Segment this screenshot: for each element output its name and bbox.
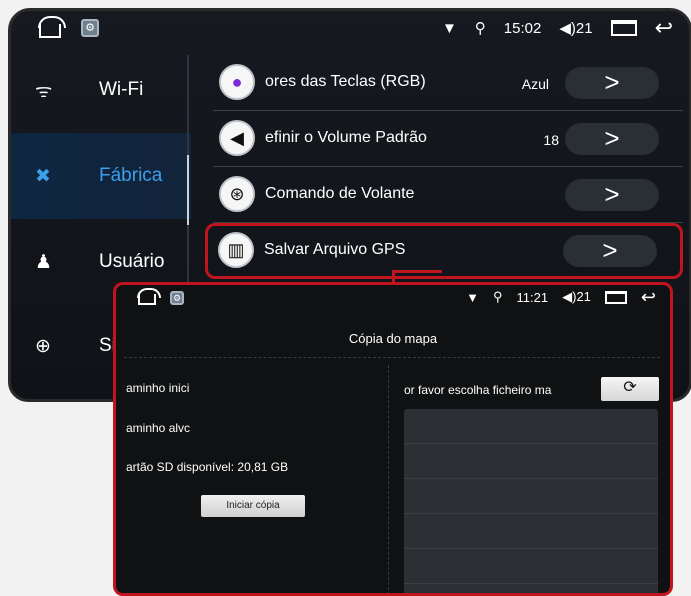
source-path-label: aminho inici: [126, 381, 190, 395]
refresh-button[interactable]: ⟳: [601, 377, 659, 401]
target-path-label: aminho alvc: [126, 421, 191, 435]
wifi-status-icon: ▼: [466, 289, 479, 305]
setting-row-key-colors[interactable]: ● ores das Teclas (RGB) Azul >: [213, 55, 683, 111]
chevron-right-button[interactable]: >: [563, 235, 657, 267]
setting-label: Comando de Volante: [265, 185, 415, 202]
wifi-icon: ᯤ: [35, 81, 53, 102]
status-bar: ⚙ ▼ ⚲ 11:21 ◀)21 ↩: [116, 285, 670, 313]
recent-apps-icon[interactable]: [610, 20, 637, 36]
sidebar-item-label: Fábrica: [99, 165, 163, 186]
chevron-right-button[interactable]: >: [565, 123, 659, 155]
list-item[interactable]: [404, 514, 658, 549]
column-divider: [388, 365, 389, 593]
steering-wheel-icon: ⊛: [219, 176, 255, 212]
sidebar-item-label: Wi-Fi: [99, 79, 144, 100]
file-list[interactable]: [404, 409, 658, 593]
refresh-icon: ⟳: [623, 379, 637, 396]
dialog-title: Cópia do mapa: [348, 331, 438, 346]
setting-value: Azul: [521, 76, 549, 92]
choose-file-label: or favor escolha ficheiro ma: [404, 383, 552, 397]
list-item[interactable]: [404, 409, 658, 444]
sd-value: 20,81 GB: [237, 460, 289, 474]
start-copy-button[interactable]: Iniciar cópia: [201, 495, 305, 517]
setting-row-steering-wheel[interactable]: ⊛ Comando de Volante >: [213, 167, 683, 223]
tools-icon: ✖: [35, 165, 51, 187]
location-icon: ⚲: [474, 20, 486, 37]
recent-apps-icon[interactable]: [604, 290, 627, 304]
location-icon: ⚲: [493, 289, 503, 304]
setting-label: Salvar Arquivo GPS: [264, 241, 406, 258]
sd-space-label: artão SD disponível: 20,81 GB: [126, 460, 288, 474]
app-icon[interactable]: ⚙: [170, 290, 184, 305]
volume-indicator: ◀)21: [562, 289, 591, 305]
list-item[interactable]: [404, 549, 658, 584]
clock: 15:02: [503, 19, 542, 37]
user-icon: ♟: [35, 251, 53, 273]
setting-label: ores das Teclas (RGB): [265, 73, 426, 90]
map-copy-dialog: ⚙ ▼ ⚲ 11:21 ◀)21 ↩ Cópia do mapa aminho …: [113, 282, 673, 596]
setting-row-default-volume[interactable]: ◀ efinir o Volume Padrão 18 >: [213, 111, 683, 167]
back-icon[interactable]: ↩: [641, 288, 656, 306]
map-icon: ▥: [218, 232, 254, 268]
globe-icon: ⊕: [35, 335, 51, 357]
setting-row-save-gps[interactable]: ▥ Salvar Arquivo GPS >: [205, 223, 683, 279]
divider: [124, 357, 660, 358]
setting-value: 18: [543, 132, 559, 148]
volume-indicator: ◀)21: [559, 19, 592, 37]
sd-label: artão SD disponível:: [126, 460, 235, 474]
sidebar-item-wifi[interactable]: ᯤ Wi-Fi: [11, 47, 191, 133]
status-bar: ⚙ ▼ ⚲ 15:02 ◀)21 ↩: [11, 11, 689, 47]
volume-level: 21: [575, 20, 593, 37]
callout-connector: [392, 270, 442, 273]
home-icon[interactable]: [38, 16, 66, 38]
volume-icon: ◀): [562, 289, 577, 304]
list-item[interactable]: [404, 479, 658, 514]
volume-icon: ◀): [559, 20, 576, 37]
chevron-right-button[interactable]: >: [565, 179, 659, 211]
home-icon[interactable]: [137, 288, 161, 305]
app-icon[interactable]: ⚙: [81, 19, 99, 37]
sidebar-item-label: Usuário: [99, 251, 165, 272]
back-icon[interactable]: ↩: [655, 17, 673, 39]
clock: 11:21: [516, 289, 549, 305]
wifi-status-icon: ▼: [441, 19, 457, 37]
bulb-icon: ●: [219, 64, 255, 100]
setting-label: efinir o Volume Padrão: [265, 129, 427, 146]
volume-level: 21: [576, 289, 591, 304]
chevron-right-button[interactable]: >: [565, 67, 659, 99]
list-item[interactable]: [404, 444, 658, 479]
speaker-icon: ◀: [219, 120, 255, 156]
sidebar-item-factory[interactable]: ✖ Fábrica: [11, 133, 191, 219]
